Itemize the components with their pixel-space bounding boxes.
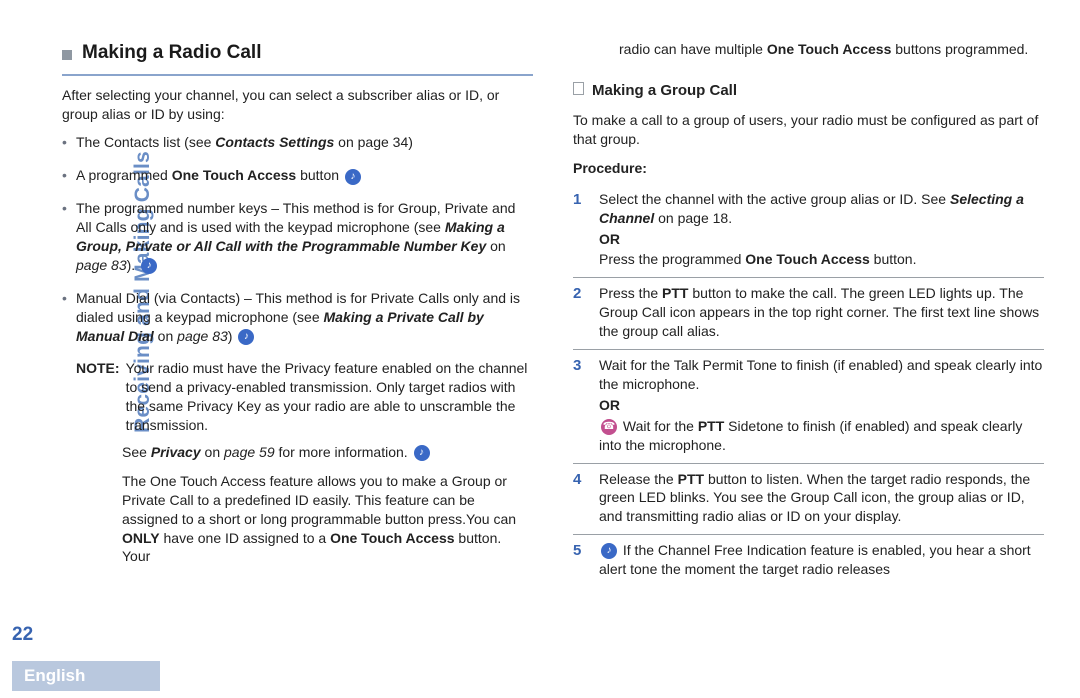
radio-icon: ♪ [601,543,617,559]
text: button [296,167,343,183]
text: on [201,444,224,460]
text-bold-italic: Privacy [151,444,201,460]
intro-paragraph: After selecting your channel, you can se… [62,86,533,124]
text-italic: page 83 [76,257,127,273]
continuation-paragraph: radio can have multiple One Touch Access… [573,40,1044,59]
text-italic: page 83 [177,328,228,344]
list-item: A programmed One Touch Access button ♪ [62,166,533,185]
square-bullet-icon [62,50,72,60]
subheading-row: Making a Group Call [573,69,1044,107]
note-label: NOTE: [76,359,120,435]
text: radio can have multiple [619,41,767,57]
text: See [122,444,151,460]
text: Wait for the Talk Permit Tone to finish … [599,356,1044,394]
text-bold: One Touch Access [172,167,296,183]
text-bold: One Touch Access [745,251,869,267]
text-bold: One Touch Access [330,530,454,546]
text: on page 18. [654,210,732,226]
text: The One Touch Access feature allows you … [122,473,516,527]
text-bold: ONLY [122,530,160,546]
right-column: radio can have multiple One Touch Access… [573,40,1044,652]
text: Wait for the [619,418,698,434]
text: have one ID assigned to a [160,530,330,546]
left-column: Making a Radio Call After selecting your… [62,40,533,652]
text: Press the [599,285,662,301]
radio-icon: ♪ [414,445,430,461]
text: button. [870,251,917,267]
procedure-label: Procedure: [573,159,1044,178]
text-italic: page 59 [224,444,275,460]
section-heading: Making a Radio Call [82,40,261,66]
list-item: The programmed number keys – This method… [62,199,533,275]
text: If the Channel Free Indication feature i… [599,542,1031,577]
radio-icon: ♪ [141,258,157,274]
text: for more information. [275,444,412,460]
note-block: NOTE: Your radio must have the Privacy f… [62,359,533,566]
text: Press the programmed [599,251,745,267]
text-bold: PTT [678,471,704,487]
text-bold: PTT [662,285,688,301]
text: The Contacts list (see [76,134,215,150]
step-item: ♪ If the Channel Free Indication feature… [573,535,1044,587]
text: Select the channel with the active group… [599,191,950,207]
ptt-icon: ☎ [601,419,617,435]
heading-row: Making a Radio Call [62,40,533,76]
note-paragraph: See Privacy on page 59 for more informat… [76,443,533,462]
step-item: Release the PTT button to listen. When t… [573,464,1044,536]
bullet-list: The Contacts list (see Contacts Settings… [62,133,533,345]
step-item: Wait for the Talk Permit Tone to finish … [573,350,1044,463]
text: ) [228,328,237,344]
list-item: Manual Dial (via Contacts) – This method… [62,289,533,346]
sub-heading: Making a Group Call [592,81,737,101]
note-body: Your radio must have the Privacy feature… [126,359,533,435]
text: Release the [599,471,678,487]
list-item: The Contacts list (see Contacts Settings… [62,133,533,152]
text-bold: PTT [698,418,724,434]
radio-icon: ♪ [238,329,254,345]
language-label: English [24,666,85,686]
radio-icon: ♪ [345,169,361,185]
text: buttons programmed. [891,41,1028,57]
body-paragraph: To make a call to a group of users, your… [573,111,1044,149]
text: A programmed [76,167,172,183]
step-item: Press the PTT button to make the call. T… [573,278,1044,350]
language-bar: English [12,661,160,691]
page-number: 22 [12,624,33,646]
text-bold: One Touch Access [767,41,891,57]
content-area: Making a Radio Call After selecting your… [62,40,1044,652]
step-item: Select the channel with the active group… [573,184,1044,279]
page: Receiving and Making Calls 22 English Ma… [0,0,1080,698]
procedure-steps: Select the channel with the active group… [573,184,1044,587]
text: on page 34) [334,134,413,150]
square-outline-icon [573,82,584,95]
or-label: OR [599,396,1044,415]
text: on [486,238,505,254]
note-row: NOTE: Your radio must have the Privacy f… [76,359,533,435]
text-bold-italic: Contacts Settings [215,134,334,150]
or-label: OR [599,230,1044,249]
text: on [154,328,177,344]
note-paragraph: The One Touch Access feature allows you … [76,472,533,566]
text: ). [127,257,139,273]
